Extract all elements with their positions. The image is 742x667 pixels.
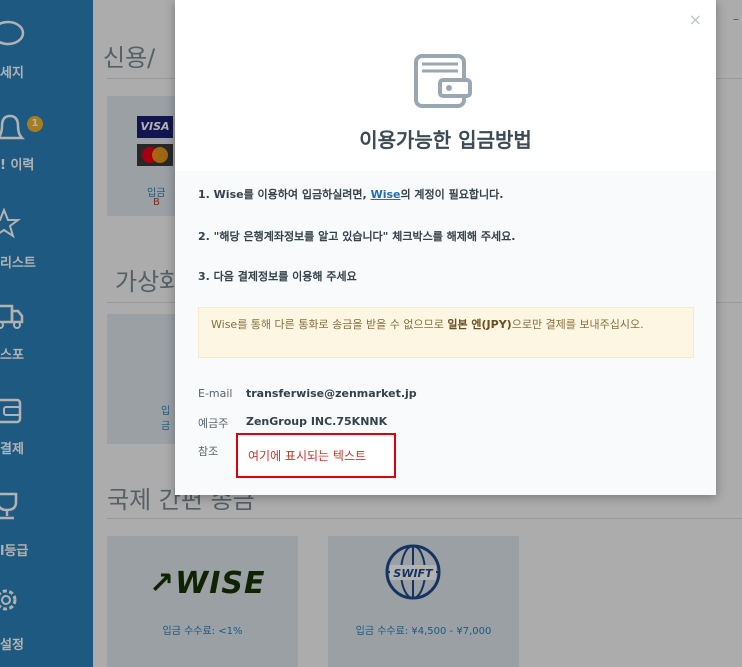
step-1-text-end: 의 계정이 필요합니다. xyxy=(400,188,504,201)
email-value: transferwise@zenmarket.jp xyxy=(246,387,417,400)
notice-bold: 일본 엔(JPY) xyxy=(447,318,512,331)
close-icon[interactable]: × xyxy=(689,10,702,29)
email-label: E-mail xyxy=(198,387,233,400)
notice-text-end: 으로만 결제를 보내주십시오. xyxy=(511,318,644,331)
jpy-only-notice: Wise를 통해 다른 통화로 송금을 받을 수 없으므로 일본 엔(JPY)으… xyxy=(198,307,694,358)
step-1: 1. Wise를 이용하여 입금하실려면, Wise의 계정이 필요합니다. xyxy=(198,186,503,202)
modal-title: 이용가능한 입금방법 xyxy=(359,128,532,152)
background-fragment: – xyxy=(733,12,739,26)
step-3: 3. 다음 결제정보를 이용해 주세요 xyxy=(198,270,357,283)
account-holder-label: 예금주 xyxy=(198,417,229,430)
account-holder-value: ZenGroup INC.75KNNK xyxy=(246,415,388,428)
notice-text: Wise를 통해 다른 통화로 송금을 받을 수 없으므로 xyxy=(211,318,448,331)
step-2: 2. "해당 은행계좌정보를 알고 있습니다" 체크박스를 해제해 주세요. xyxy=(198,230,516,243)
reference-value: 여기에 표시되는 텍스트 xyxy=(248,449,367,463)
modal-header: × 이용가능한 입금방법 xyxy=(175,0,716,171)
reference-highlight-box: 여기에 표시되는 텍스트 xyxy=(236,433,396,478)
deposit-methods-modal: × 이용가능한 입금방법 1. Wise를 이용하여 입금하실려면, Wise의… xyxy=(175,0,716,495)
reference-label: 참조 xyxy=(198,445,219,458)
wallet-icon xyxy=(414,54,472,108)
wise-link[interactable]: Wise xyxy=(371,188,401,201)
step-1-text: 1. Wise를 이용하여 입금하실려면, xyxy=(198,188,371,201)
